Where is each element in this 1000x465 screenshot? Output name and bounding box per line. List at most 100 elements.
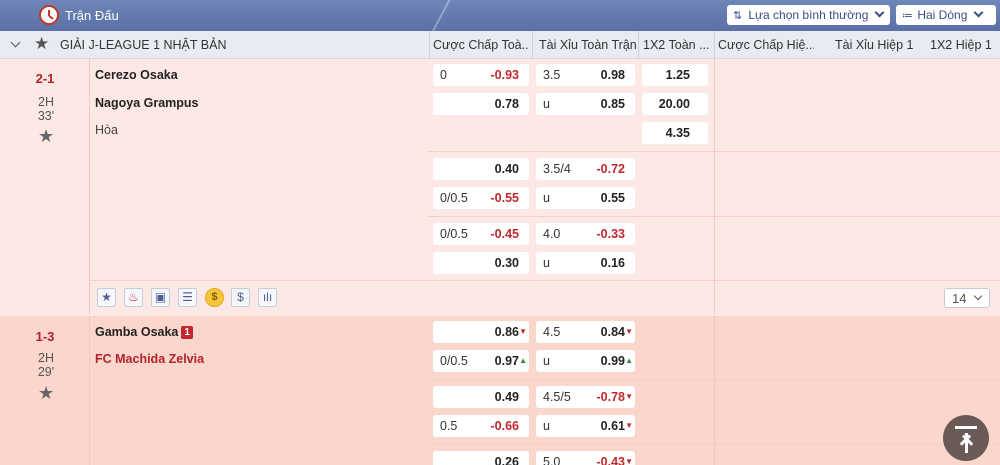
column-divider: [429, 31, 430, 59]
under-odds[interactable]: u 0.61 ▼: [536, 415, 635, 437]
sort-select[interactable]: ⇅ Lựa chọn bình thường: [727, 5, 890, 25]
odds-down-arrow-icon: ▼: [625, 457, 633, 465]
odds-value: -0.33: [596, 227, 626, 241]
column-divider: [532, 31, 533, 59]
row-divider: [428, 379, 1000, 380]
under-odds[interactable]: u 0.99 ▲: [536, 350, 635, 372]
handicap-home-odds[interactable]: 0 -0.93: [433, 64, 529, 86]
live-field-icon[interactable]: ▣: [151, 288, 170, 307]
handicap-home-odds[interactable]: 0/0.5 -0.45: [433, 223, 529, 245]
handicap-line: 0/0.5: [440, 354, 468, 368]
odds-value: 0.99: [600, 354, 625, 368]
match-period: 2H: [38, 95, 54, 109]
odds-down-arrow-icon: ▼: [625, 327, 633, 336]
odds-value: -0.66: [490, 419, 520, 433]
list-icon: ≔: [902, 10, 913, 22]
handicap-line: 0/0.5: [440, 227, 468, 241]
under-label: u: [543, 97, 550, 111]
odds-value: 1.25: [665, 68, 690, 82]
handicap-home-odds[interactable]: 0.26: [433, 451, 529, 465]
handicap-home-odds[interactable]: 0.49: [433, 386, 529, 408]
collapse-chevron-icon[interactable]: [10, 37, 21, 48]
odds-up-arrow-icon: ▲: [519, 356, 527, 365]
favorite-star-icon[interactable]: ★: [38, 383, 54, 404]
odds-value: 4.35: [665, 126, 690, 140]
handicap-home-odds[interactable]: 0.40: [433, 158, 529, 180]
col-1x2-ft: 1X2 Toàn ...: [643, 38, 710, 52]
top-bar: Trận Đấu ⇅ Lựa chọn bình thường ≔ Hai Dò…: [0, 0, 1000, 36]
1x2-draw-odds[interactable]: 4.35: [642, 122, 708, 144]
lines-select[interactable]: ≔ Hai Dòng: [896, 5, 996, 25]
odds-value: 0.84: [600, 325, 625, 339]
odds-value: -0.93: [490, 68, 520, 82]
lines-select-label: Hai Dòng: [917, 8, 968, 22]
handicap-away-odds[interactable]: 0.30: [433, 252, 529, 274]
under-label: u: [543, 354, 550, 368]
odds-value: -0.72: [596, 162, 626, 176]
clock-icon: [39, 5, 59, 25]
col-ou-h1: Tài Xỉu Hiệp 1: [835, 38, 914, 52]
total-line: 3.5: [543, 68, 561, 82]
coin-icon[interactable]: $: [205, 288, 224, 307]
row-divider: [428, 216, 1000, 217]
odds-value: 0.85: [600, 97, 625, 111]
home-team: Cerezo Osaka: [95, 68, 178, 82]
under-odds[interactable]: u 0.55: [536, 187, 635, 209]
under-odds[interactable]: u 0.85: [536, 93, 635, 115]
1x2-home-odds[interactable]: 1.25: [642, 64, 708, 86]
sort-select-label: Lựa chọn bình thường: [748, 8, 869, 22]
col-1x2-h1: 1X2 Hiệp 1: [930, 38, 992, 52]
stats-icon[interactable]: ılı: [258, 288, 277, 307]
match-period: 2H: [38, 351, 54, 365]
handicap-home-odds[interactable]: 0.86 ▼: [433, 321, 529, 343]
over-odds[interactable]: 5.0 -0.43 ▼: [536, 451, 635, 465]
odds-down-arrow-icon: ▼: [625, 392, 633, 401]
1x2-away-odds[interactable]: 20.00: [642, 93, 708, 115]
handicap-away-odds[interactable]: 0/0.5 0.97 ▲: [433, 350, 529, 372]
over-odds[interactable]: 3.5/4 -0.72: [536, 158, 635, 180]
match-score: 2-1: [35, 71, 55, 86]
col-ou-ft: Tài Xỉu Toàn Trận: [539, 38, 637, 52]
dollar-icon[interactable]: $: [231, 288, 250, 307]
draw-label: Hòa: [95, 123, 118, 137]
chevron-down-icon: [973, 7, 984, 18]
scroll-to-top-button[interactable]: [943, 415, 989, 461]
total-line: 4.0: [543, 227, 561, 241]
star-icon[interactable]: ★: [97, 288, 116, 307]
league-name: GIẢI J-LEAGUE 1 NHẬT BẢN: [60, 38, 227, 52]
odds-value: 0.16: [600, 256, 625, 270]
over-odds[interactable]: 4.0 -0.33: [536, 223, 635, 245]
under-odds[interactable]: u 0.16: [536, 252, 635, 274]
odds-value: -0.43: [596, 455, 626, 465]
match-minute: 33': [37, 109, 55, 123]
match-row: 1-3 2H 29' ★ Gamba Osaka 1 FC Machida Zel…: [0, 316, 1000, 465]
handicap-line: 0: [440, 68, 447, 82]
odds-value: 0.86: [494, 325, 519, 339]
row-divider: [428, 151, 1000, 152]
total-line: 4.5: [543, 325, 561, 339]
over-odds[interactable]: 3.5 0.98: [536, 64, 635, 86]
favorite-league-star-icon[interactable]: ★: [34, 34, 49, 54]
first-half-odds-area: [714, 59, 1000, 314]
match-minute: 29': [37, 365, 55, 379]
favorite-star-icon[interactable]: ★: [38, 126, 54, 147]
handicap-line: 0.5: [440, 419, 458, 433]
over-odds[interactable]: 4.5/5 -0.78 ▼: [536, 386, 635, 408]
league-header: ★ GIẢI J-LEAGUE 1 NHẬT BẢN Cược Chấp Toà…: [0, 31, 1000, 59]
home-team-name: Gamba Osaka: [95, 325, 179, 339]
over-odds[interactable]: 4.5 0.84 ▼: [536, 321, 635, 343]
handicap-away-odds[interactable]: 0.78: [433, 93, 529, 115]
hot-icon[interactable]: ♨: [124, 288, 143, 307]
chevron-down-icon: [874, 7, 885, 18]
match-row: 2-1 2H 33' ★ Cerezo Osaka Nagoya Grampus…: [0, 59, 1000, 314]
odds-value: 0.26: [494, 455, 519, 465]
handicap-away-odds[interactable]: 0/0.5 -0.55: [433, 187, 529, 209]
scoreboard-icon[interactable]: ☰: [178, 288, 197, 307]
away-team: Nagoya Grampus: [95, 96, 199, 110]
odds-down-arrow-icon: ▼: [625, 421, 633, 430]
handicap-line: 0/0.5: [440, 191, 468, 205]
odds-value: 0.49: [494, 390, 519, 404]
handicap-away-odds[interactable]: 0.5 -0.66: [433, 415, 529, 437]
more-markets-select[interactable]: 14: [944, 288, 990, 308]
odds-value: -0.78: [596, 390, 626, 404]
